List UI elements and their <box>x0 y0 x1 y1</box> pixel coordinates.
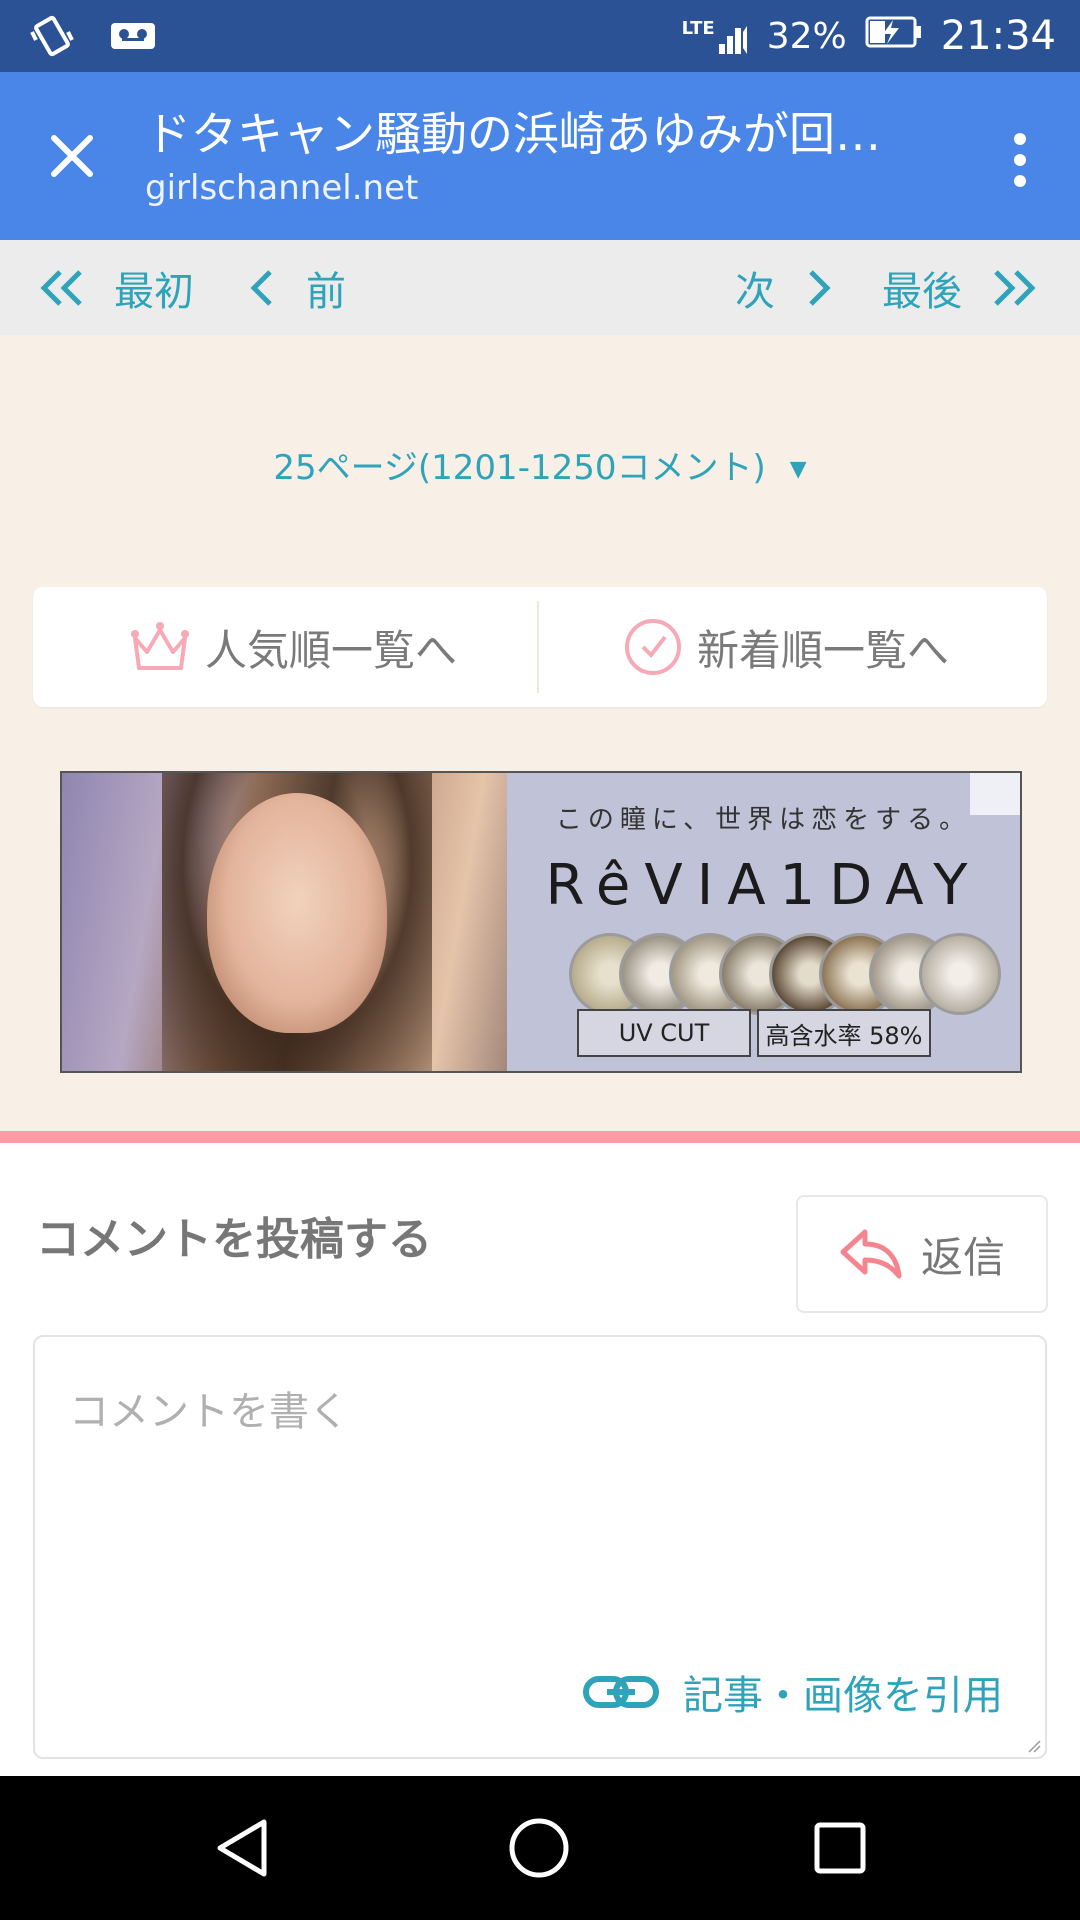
prev-page-link[interactable]: 前 <box>250 240 346 335</box>
back-button[interactable] <box>206 1812 278 1884</box>
quote-article-image-link[interactable]: 記事・画像を引用 <box>583 1663 1003 1721</box>
vibrate-icon <box>28 14 76 62</box>
next-page-label: 次 <box>735 268 775 315</box>
status-bar: LTE 32% 21:34 <box>0 0 1080 72</box>
ad-brand: RêVIA1DAY <box>545 853 982 918</box>
last-page-label: 最後 <box>882 268 962 315</box>
first-page-label: 最初 <box>114 268 194 315</box>
divider <box>537 601 539 693</box>
next-page-link[interactable]: 次 <box>735 240 831 335</box>
close-button[interactable] <box>36 120 108 192</box>
sort-options: 人気順一覧へ 新着順一覧へ <box>33 587 1047 707</box>
ad-tag-water: 高含水率 58% <box>757 1009 931 1057</box>
comment-textarea[interactable]: コメントを書く 記事・画像を引用 <box>33 1335 1047 1759</box>
pagination-bar: 最初 前 次 最後 <box>0 240 1080 335</box>
resize-handle-icon[interactable] <box>1027 1739 1041 1753</box>
ad-tagline: この瞳に、世界は恋をする。 <box>555 805 972 835</box>
double-chevron-right-icon <box>994 269 1036 306</box>
home-circle-icon <box>509 1818 569 1878</box>
last-page-link[interactable]: 最後 <box>882 240 1036 335</box>
voicemail-icon <box>110 21 156 55</box>
browser-toolbar: ドタキャン騒動の浜崎あゆみが回… girlschannel.net <box>0 72 1080 240</box>
popular-list-link[interactable]: 人気順一覧へ <box>129 587 457 707</box>
crown-icon <box>131 622 189 670</box>
navigation-bar <box>0 1776 1080 1920</box>
popular-list-label: 人気順一覧へ <box>205 625 458 675</box>
first-page-link[interactable]: 最初 <box>40 240 194 335</box>
newest-list-label: 新着順一覧へ <box>697 625 950 675</box>
page-title: ドタキャン騒動の浜崎あゆみが回… <box>145 107 881 161</box>
recents-square-icon <box>814 1822 866 1874</box>
reply-label: 返信 <box>920 1232 1005 1282</box>
ad-text-panel: この瞳に、世界は恋をする。 RêVIA1DAY UV CUT 高含水率 58% <box>507 773 1020 1071</box>
ad-tag-uv: UV CUT <box>577 1009 751 1057</box>
back-triangle-icon <box>217 1819 267 1877</box>
ad-banner[interactable]: この瞳に、世界は恋をする。 RêVIA1DAY UV CUT 高含水率 58% <box>60 771 1022 1073</box>
battery-percent: 32% <box>766 15 847 57</box>
ad-model-image <box>62 773 507 1071</box>
page-selector-label: 25ページ(1201-1250コメント) <box>273 448 766 488</box>
newest-list-link[interactable]: 新着順一覧へ <box>623 587 949 707</box>
comment-placeholder: コメントを書く <box>69 1389 349 1435</box>
page-url: girlschannel.net <box>145 168 419 208</box>
page-selector[interactable]: 25ページ(1201-1250コメント) ▼ <box>0 440 1080 489</box>
home-button[interactable] <box>503 1812 575 1884</box>
close-icon <box>51 135 93 177</box>
chevron-right-icon <box>809 269 831 306</box>
clock: 21:34 <box>940 13 1056 59</box>
quote-label: 記事・画像を引用 <box>683 1673 1003 1719</box>
more-vert-icon <box>1014 133 1026 145</box>
link-icon <box>583 1676 659 1708</box>
clock-icon <box>625 619 681 675</box>
network-type: LTE <box>681 18 715 39</box>
reply-button[interactable]: 返信 <box>796 1195 1048 1313</box>
dropdown-arrow-icon: ▼ <box>789 457 807 482</box>
post-comment-heading: コメントを投稿する <box>36 1214 432 1265</box>
post-comment-section: コメントを投稿する 返信 コメントを書く 記事・画像を引用 <box>0 1131 1080 1788</box>
double-chevron-left-icon <box>40 269 82 306</box>
ad-choices-icon[interactable] <box>970 773 1020 815</box>
recents-button[interactable] <box>804 1812 876 1884</box>
prev-page-label: 前 <box>306 268 346 315</box>
signal-lte-icon: LTE <box>682 18 749 54</box>
reply-icon <box>840 1229 902 1279</box>
battery-charging-icon <box>865 16 923 57</box>
overflow-menu-button[interactable] <box>996 124 1044 196</box>
chevron-left-icon <box>250 269 272 306</box>
